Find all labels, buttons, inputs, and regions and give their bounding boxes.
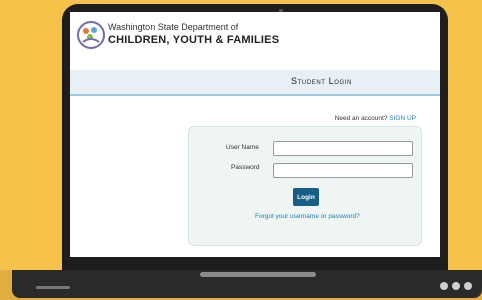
username-label: User Name — [226, 144, 259, 151]
port-icon — [440, 282, 448, 290]
signup-link[interactable]: SIGN UP — [389, 115, 416, 122]
laptop-hinge — [200, 272, 316, 277]
port-icon — [464, 282, 472, 290]
laptop-screen: Washington State Department of CHILDREN,… — [70, 12, 440, 257]
laptop-slot — [36, 286, 70, 289]
signup-prompt: Need an account? SIGN UP — [335, 115, 416, 122]
dcyf-logo-icon — [77, 21, 105, 49]
password-label: Password — [231, 164, 260, 171]
page-title-bar: Student Login — [70, 70, 440, 96]
org-name-line-1: Washington State Department of — [108, 22, 239, 32]
signup-text: Need an account? — [334, 115, 388, 122]
laptop-ports — [440, 282, 472, 290]
username-input[interactable] — [273, 141, 413, 156]
login-panel: User Name Password Login Forgot your use… — [188, 126, 422, 246]
site-header: Washington State Department of CHILDREN,… — [70, 12, 440, 70]
port-icon — [452, 282, 460, 290]
login-button[interactable]: Login — [293, 188, 319, 206]
page-title: Student Login — [291, 76, 352, 86]
org-name-line-2: CHILDREN, YOUTH & FAMILIES — [108, 34, 280, 46]
password-input[interactable] — [273, 163, 413, 178]
forgot-credentials-link[interactable]: Forgot your username or password? — [255, 213, 360, 220]
